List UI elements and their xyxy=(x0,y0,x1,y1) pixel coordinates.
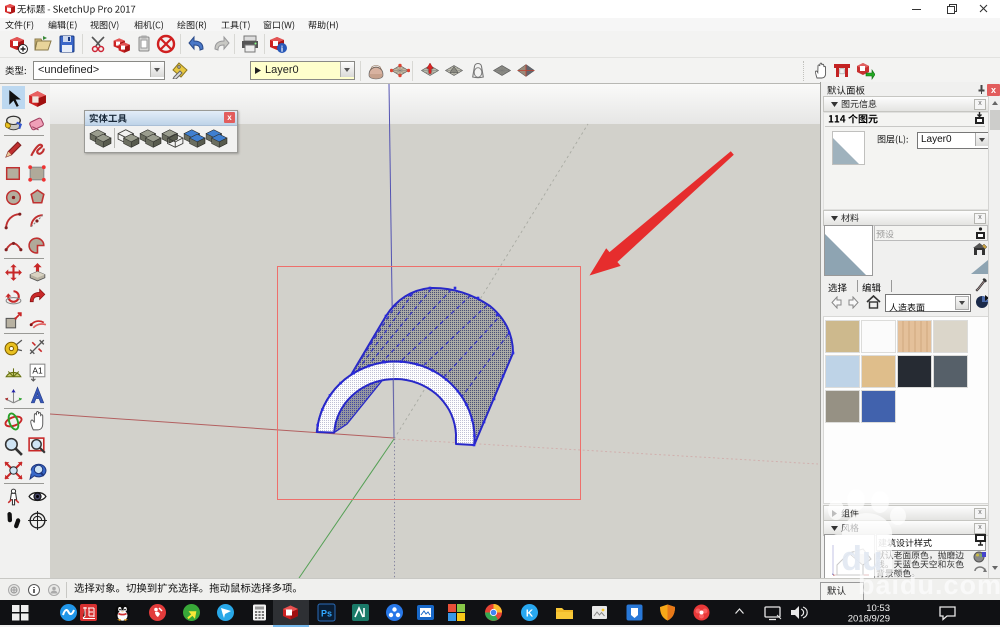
svg-text:K: K xyxy=(526,609,534,620)
svg-text:2018/9/29: 2018/9/29 xyxy=(848,614,890,624)
svg-text:Ps: Ps xyxy=(321,609,332,619)
svg-text:A1: A1 xyxy=(32,365,43,375)
svg-text:10:53: 10:53 xyxy=(866,603,890,614)
